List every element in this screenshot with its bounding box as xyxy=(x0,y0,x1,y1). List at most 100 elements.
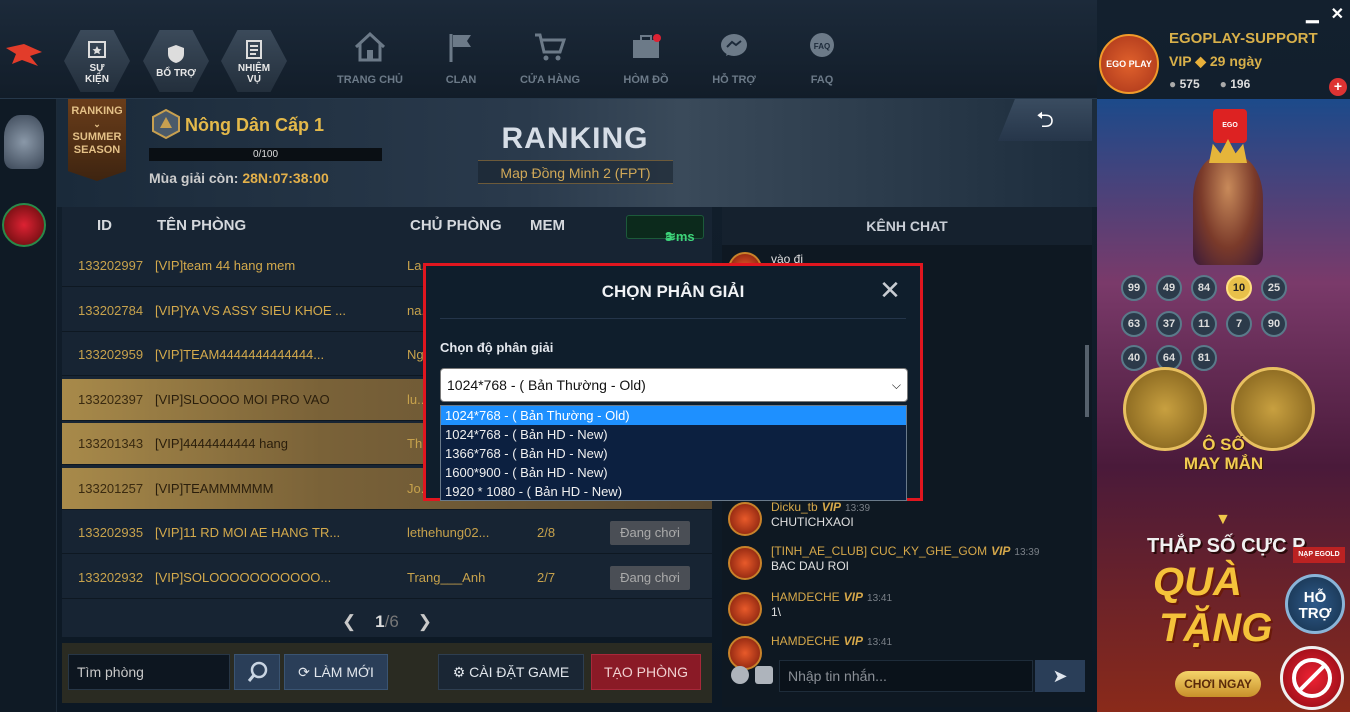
room-name: [VIP]TEAMMMMMM xyxy=(155,480,274,496)
search-button[interactable] xyxy=(234,654,280,690)
close-window-button[interactable]: ✕ xyxy=(1331,4,1344,24)
events-button[interactable]: SỰ KIỆN xyxy=(64,30,130,92)
room-id: 133202932 xyxy=(78,569,144,585)
season-badge-line-2: SUMMER xyxy=(72,131,122,143)
resolution-label: Chọn độ phân giải xyxy=(440,340,554,355)
resolution-option[interactable]: 1600*900 - ( Bản HD - New) xyxy=(441,463,906,482)
nav-support[interactable]: HỖ TRỢ xyxy=(699,30,769,86)
room-status-button[interactable]: Đang chơi xyxy=(610,565,690,590)
nav-inventory[interactable]: HÒM ĐỒ xyxy=(611,30,681,86)
support-items-label: BỔ TRỢ xyxy=(156,68,196,79)
support-float-button[interactable]: HỖ TRỢ xyxy=(1285,574,1345,634)
chat-avatar[interactable] xyxy=(728,546,762,580)
chat-sender-name: Dicku_tb xyxy=(771,500,818,514)
left-sidebar xyxy=(0,99,57,712)
game-settings-button[interactable]: ⚙ CÀI ĐẶT GAME xyxy=(438,654,584,690)
room-id: 133201343 xyxy=(78,436,144,451)
add-currency-button[interactable]: + xyxy=(1329,78,1347,96)
chat-message: Dicku_tb VIP 13:39 CHUTICHXAOI xyxy=(726,500,1076,544)
vip-label: VIP xyxy=(1169,53,1192,69)
resolution-dialog: CHỌN PHÂN GIẢI ✕ Chọn độ phân giải 1024*… xyxy=(423,263,923,501)
vip-days: 29 ngày xyxy=(1209,53,1263,69)
chat-sender[interactable]: Dicku_tb VIP 13:39 xyxy=(771,500,870,514)
nav-shop-label: CỬA HÀNG xyxy=(519,74,581,86)
nav-faq-label: FAQ xyxy=(810,74,834,86)
nav-shop[interactable]: CỬA HÀNG xyxy=(515,30,585,86)
rank-emblem-icon xyxy=(152,108,180,140)
chat-input[interactable]: Nhập tin nhắn... xyxy=(779,660,1033,692)
coin-balance-1: ● 575 xyxy=(1169,77,1200,91)
vip-status: VIP ◆ 29 ngày xyxy=(1169,53,1262,70)
messenger-icon xyxy=(721,34,747,56)
send-button[interactable]: ➤ xyxy=(1035,660,1085,692)
nav-inventory-label: HÒM ĐỒ xyxy=(623,74,669,86)
next-page-icon[interactable]: ❯ xyxy=(418,612,432,631)
coin-value-2: 196 xyxy=(1230,77,1251,91)
table-row[interactable]: 133202932 [VIP]SOLOOOOOOOOOOO... Trang___A… xyxy=(62,557,712,599)
spartan-helmet-icon[interactable] xyxy=(4,115,44,169)
room-name: [VIP]team 44 hang mem xyxy=(155,258,296,273)
search-room-input[interactable]: Tìm phòng xyxy=(68,654,230,690)
chat-vip-tag: VIP xyxy=(991,544,1011,558)
emoji-icon[interactable] xyxy=(731,666,749,684)
room-name: [VIP]11 RD MOI AE HANG TR... xyxy=(155,525,341,540)
room-id: 133202959 xyxy=(78,347,144,362)
chest-icon xyxy=(633,34,661,58)
chat-sender[interactable]: HAMDECHE VIP 13:41 xyxy=(771,590,892,604)
resolution-option[interactable]: 1366*768 - ( Bản HD - New) xyxy=(441,444,906,463)
refresh-icon: ⟳ xyxy=(298,664,310,680)
egoplay-logo: EGO PLAY xyxy=(1213,109,1247,163)
room-status-button[interactable]: Đang chơi xyxy=(610,521,690,545)
chat-sender[interactable]: [TINH_AE_CLUB] CUC_KY_GHE_GOM VIP 13:39 xyxy=(771,544,1039,558)
block-icon[interactable] xyxy=(1280,646,1344,710)
play-now-button[interactable]: CHƠI NGAY xyxy=(1175,671,1261,697)
nav-home[interactable]: TRANG CHỦ xyxy=(335,30,405,86)
room-members: 2/7 xyxy=(537,569,556,585)
missions-label-1: NHIỆM xyxy=(237,62,271,74)
header-members: MEM xyxy=(530,217,565,234)
avatar[interactable]: EGO PLAY xyxy=(1099,34,1159,94)
resolution-select[interactable]: 1024*768 - ( Bản Thường - Old) ⌵ xyxy=(440,368,908,402)
chat-avatar[interactable] xyxy=(728,502,762,536)
sticker-icon[interactable] xyxy=(755,666,773,684)
chat-avatar[interactable] xyxy=(728,636,762,670)
promo-line-3: THẮP SỐ CỰC P xyxy=(1147,535,1306,557)
resolution-option[interactable]: 1920 * 1080 - ( Bản HD - New) xyxy=(441,482,906,501)
ping-indicator: ≋ 3 ms xyxy=(626,215,704,244)
flag-icon xyxy=(449,34,471,62)
create-room-button[interactable]: TẠO PHÒNG xyxy=(591,654,701,690)
nav-clan[interactable]: CLAN xyxy=(426,30,496,86)
nav-support-label: HỖ TRỢ xyxy=(712,74,756,86)
support-items-button[interactable]: BỔ TRỢ xyxy=(143,30,209,92)
room-id: 133202397 xyxy=(78,391,144,407)
resolution-option[interactable]: 1024*768 - ( Bản Thường - Old) xyxy=(441,406,906,425)
minimize-button[interactable]: ▁ xyxy=(1306,4,1318,24)
season-countdown-label: Mùa giải còn: xyxy=(149,170,239,186)
room-id: 133202997 xyxy=(78,258,144,273)
promo-title-line-1: Ô SỐ xyxy=(1202,435,1245,454)
season-badge-line-1: RANKING xyxy=(71,105,123,117)
lottery-ball: 11 xyxy=(1191,311,1217,337)
chat-time: 13:41 xyxy=(867,593,893,604)
promo-line-4: QUÀ xyxy=(1153,560,1242,604)
close-icon[interactable]: ✕ xyxy=(877,277,903,304)
nav-faq[interactable]: FAQ FAQ xyxy=(787,30,857,86)
resolution-option[interactable]: 1024*768 - ( Bản HD - New) xyxy=(441,425,906,444)
table-row[interactable]: 133202935 [VIP]11 RD MOI AE HANG TR... let… xyxy=(62,512,712,554)
room-name: [VIP]SOLOOOOOOOOOOO... xyxy=(155,569,332,585)
chat-time: 13:39 xyxy=(845,503,871,514)
prev-page-icon[interactable]: ❮ xyxy=(342,612,356,631)
chat-avatar[interactable] xyxy=(728,592,762,626)
chat-sender[interactable]: HAMDECHE VIP 13:41 xyxy=(771,634,892,648)
ranking-map: Map Đồng Minh 2 (FPT) xyxy=(478,160,673,184)
search-icon xyxy=(247,661,268,682)
diamond-icon: ◆ xyxy=(1195,53,1206,69)
missions-button[interactable]: NHIỆM VỤ xyxy=(221,30,287,92)
nap-egold-badge[interactable]: NẠP EGOLD xyxy=(1293,547,1345,563)
chevron-down-icon: ⌵ xyxy=(891,378,901,392)
chat-scrollbar[interactable] xyxy=(1085,345,1089,417)
chat-vip-tag: VIP xyxy=(843,590,864,604)
cs-game-icon[interactable] xyxy=(2,203,46,247)
refresh-button[interactable]: ⟳ LÀM MỚI xyxy=(284,654,388,690)
chat-sender-name: HAMDECHE xyxy=(771,634,840,648)
